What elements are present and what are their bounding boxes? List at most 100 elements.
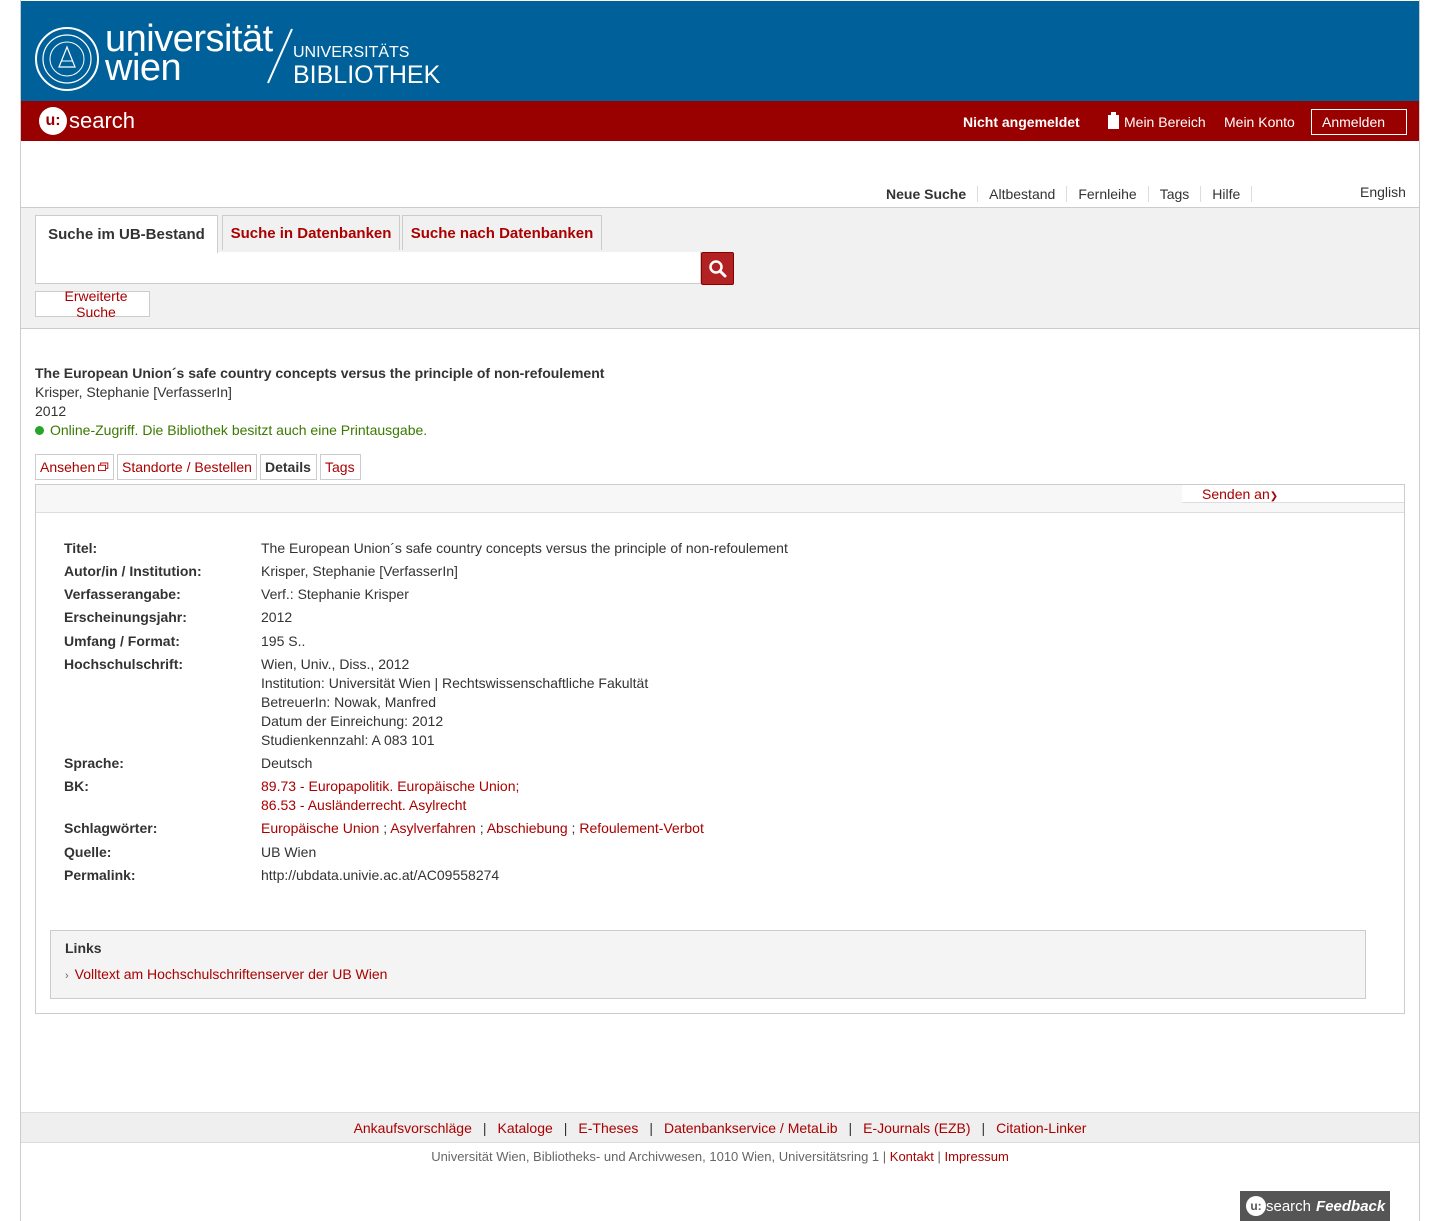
bk-link[interactable]: 89.73 - Europapolitik. Europäische Union… bbox=[261, 778, 519, 794]
permalink-value[interactable]: http://ubdata.univie.ac.at/AC09558274 bbox=[261, 866, 1161, 885]
library-name-line2: BIBLIOTHEK bbox=[293, 61, 441, 89]
detail-value: 89.73 - Europapolitik. Europäische Union… bbox=[261, 777, 1161, 815]
login-status: Nicht angemeldet bbox=[963, 114, 1080, 130]
detail-value: Europäische Union ; Asylverfahren ; Absc… bbox=[261, 819, 1161, 838]
subject-link[interactable]: Asylverfahren bbox=[390, 820, 476, 836]
feedback-label: Feedback bbox=[1316, 1197, 1386, 1215]
usearch-logo[interactable]: u: search bbox=[39, 106, 135, 136]
detail-label: BK: bbox=[64, 778, 89, 794]
language-switch[interactable]: English bbox=[1360, 184, 1406, 200]
separator: | bbox=[981, 1119, 986, 1136]
footer-links: Ankaufsvorschläge | Kataloge | E-Theses … bbox=[21, 1112, 1419, 1143]
login-button[interactable]: Anmelden bbox=[1311, 109, 1407, 135]
detail-label: Titel: bbox=[64, 540, 98, 556]
mein-bereich-link[interactable]: Mein Bereich bbox=[1107, 112, 1206, 130]
university-seal-icon[interactable] bbox=[35, 27, 99, 91]
tab-suche-nach-datenbanken[interactable]: Suche nach Datenbanken bbox=[402, 215, 602, 250]
footer-link-datenbankservice[interactable]: Datenbankservice / MetaLib bbox=[664, 1120, 838, 1136]
thesis-line: Institution: Universität Wien | Rechtswi… bbox=[261, 675, 649, 691]
detail-label: Schlagwörter: bbox=[64, 820, 158, 836]
separator: ; bbox=[383, 820, 388, 836]
detail-value: UB Wien bbox=[261, 844, 317, 860]
mein-konto-link[interactable]: Mein Konto bbox=[1224, 114, 1295, 130]
links-title: Links bbox=[65, 940, 102, 956]
detail-value: 195 S.. bbox=[261, 633, 306, 649]
separator: ; bbox=[479, 820, 484, 836]
send-to-label: Senden an bbox=[1202, 486, 1270, 502]
nav-altbestand[interactable]: Altbestand bbox=[978, 186, 1068, 202]
send-to-dropdown[interactable]: Senden an❯ bbox=[1182, 485, 1404, 503]
links-box: Links › Volltext am Hochschulschriftenser… bbox=[50, 930, 1366, 999]
advanced-search-button[interactable]: Erweiterte Suche bbox=[35, 288, 150, 320]
detail-label: Verfasserangabe: bbox=[64, 586, 181, 602]
subject-link[interactable]: Europäische Union bbox=[261, 820, 379, 836]
tab-details[interactable]: Details bbox=[260, 454, 317, 480]
search-input[interactable] bbox=[35, 252, 701, 284]
thesis-line: Wien, Univ., Diss., 2012 bbox=[261, 656, 410, 672]
impressum-link[interactable]: Impressum bbox=[945, 1149, 1009, 1164]
search-icon bbox=[708, 259, 726, 277]
detail-value: 2012 bbox=[261, 609, 293, 625]
usearch-logo-text: search bbox=[69, 108, 136, 133]
availability-status: Online-Zugriff. Die Bibliothek besitzt a… bbox=[35, 422, 427, 438]
footer-link-e-journals[interactable]: E-Journals (EZB) bbox=[863, 1120, 970, 1136]
footer-link-citation-linker[interactable]: Citation-Linker bbox=[996, 1120, 1086, 1136]
thesis-line: BetreuerIn: Nowak, Manfred bbox=[261, 694, 437, 710]
detail-value: Deutsch bbox=[261, 755, 313, 771]
search-button[interactable] bbox=[701, 252, 734, 285]
library-name-line1: UNIVERSITÄTS bbox=[293, 44, 410, 61]
available-dot-icon bbox=[35, 425, 44, 435]
top-nav: Neue Suche Altbestand Fernleihe Tags Hil… bbox=[875, 186, 1253, 202]
usearch-logo-icon: u: bbox=[39, 107, 67, 135]
footer-address: Universität Wien, Bibliotheks- und Archi… bbox=[21, 1149, 1419, 1164]
detail-label: Erscheinungsjahr: bbox=[64, 609, 187, 625]
record-author: Krisper, Stephanie [VerfasserIn] bbox=[35, 384, 232, 400]
separator: | bbox=[563, 1119, 568, 1136]
tab-tags[interactable]: Tags bbox=[320, 454, 361, 480]
nav-neue-suche[interactable]: Neue Suche bbox=[875, 186, 979, 202]
usearch-feedback-icon: u: bbox=[1246, 1196, 1266, 1216]
record-title: The European Union´s safe country concep… bbox=[35, 365, 605, 381]
separator: | bbox=[848, 1119, 853, 1136]
library-name[interactable]: UNIVERSITÄTS BIBLIOTHEK bbox=[293, 44, 440, 88]
footer-link-kataloge[interactable]: Kataloge bbox=[498, 1120, 553, 1136]
kontakt-link[interactable]: Kontakt bbox=[890, 1149, 934, 1164]
mein-bereich-label: Mein Bereich bbox=[1124, 114, 1206, 130]
detail-label: Autor/in / Institution: bbox=[64, 563, 202, 579]
chevron-right-icon: › bbox=[65, 970, 69, 982]
availability-text: Online-Zugriff. Die Bibliothek besitzt a… bbox=[50, 422, 428, 438]
detail-label: Permalink: bbox=[64, 867, 136, 883]
user-bar: u: search Nicht angemeldet Mein Bereich … bbox=[21, 101, 1419, 141]
nav-fernleihe[interactable]: Fernleihe bbox=[1067, 186, 1149, 202]
subject-link[interactable]: Refoulement-Verbot bbox=[579, 820, 704, 836]
tab-ansehen[interactable]: Ansehen bbox=[35, 454, 114, 480]
detail-label: Umfang / Format: bbox=[64, 633, 180, 649]
subject-link[interactable]: Abschiebung bbox=[487, 820, 568, 836]
slash-divider-icon bbox=[267, 28, 293, 84]
tab-standorte-bestellen[interactable]: Standorte / Bestellen bbox=[117, 454, 257, 480]
separator: | bbox=[649, 1119, 653, 1136]
university-header: universität wien UNIVERSITÄTS BIBLIOTHEK bbox=[21, 1, 1419, 101]
thesis-line: Datum der Einreichung: 2012 bbox=[261, 713, 444, 729]
separator: ; bbox=[571, 820, 576, 836]
tab-ub-bestand[interactable]: Suche im UB-Bestand bbox=[35, 215, 218, 253]
footer-link-ankaufsvorschlaege[interactable]: Ankaufsvorschläge bbox=[354, 1120, 472, 1136]
nav-tags[interactable]: Tags bbox=[1149, 186, 1202, 202]
author-link[interactable]: Krisper, Stephanie [VerfasserIn] bbox=[261, 562, 1161, 581]
new-window-icon bbox=[98, 462, 109, 472]
nav-hilfe[interactable]: Hilfe bbox=[1201, 186, 1253, 202]
bk-link[interactable]: 86.53 - Ausländerrecht. Asylrecht bbox=[261, 797, 466, 813]
fulltext-link[interactable]: › Volltext am Hochschulschriftenserver de… bbox=[65, 966, 387, 982]
clipboard-icon bbox=[1108, 112, 1119, 129]
tab-ansehen-label: Ansehen bbox=[40, 459, 96, 475]
footer-link-e-theses[interactable]: E-Theses bbox=[578, 1120, 638, 1136]
record-year: 2012 bbox=[35, 403, 67, 419]
detail-value: The European Union´s safe country concep… bbox=[261, 540, 788, 556]
detail-label: Quelle: bbox=[64, 844, 112, 860]
search-panel: Suche im UB-Bestand Suche in Datenbanken… bbox=[21, 207, 1419, 329]
university-name[interactable]: universität wien bbox=[105, 20, 273, 87]
tab-suche-in-datenbanken[interactable]: Suche in Datenbanken bbox=[222, 215, 400, 250]
fulltext-link-label: Volltext am Hochschulschriftenserver der… bbox=[74, 966, 388, 982]
feedback-button[interactable]: u: search Feedback bbox=[1240, 1191, 1390, 1221]
thesis-line: Studienkennzahl: A 083 101 bbox=[261, 732, 435, 748]
